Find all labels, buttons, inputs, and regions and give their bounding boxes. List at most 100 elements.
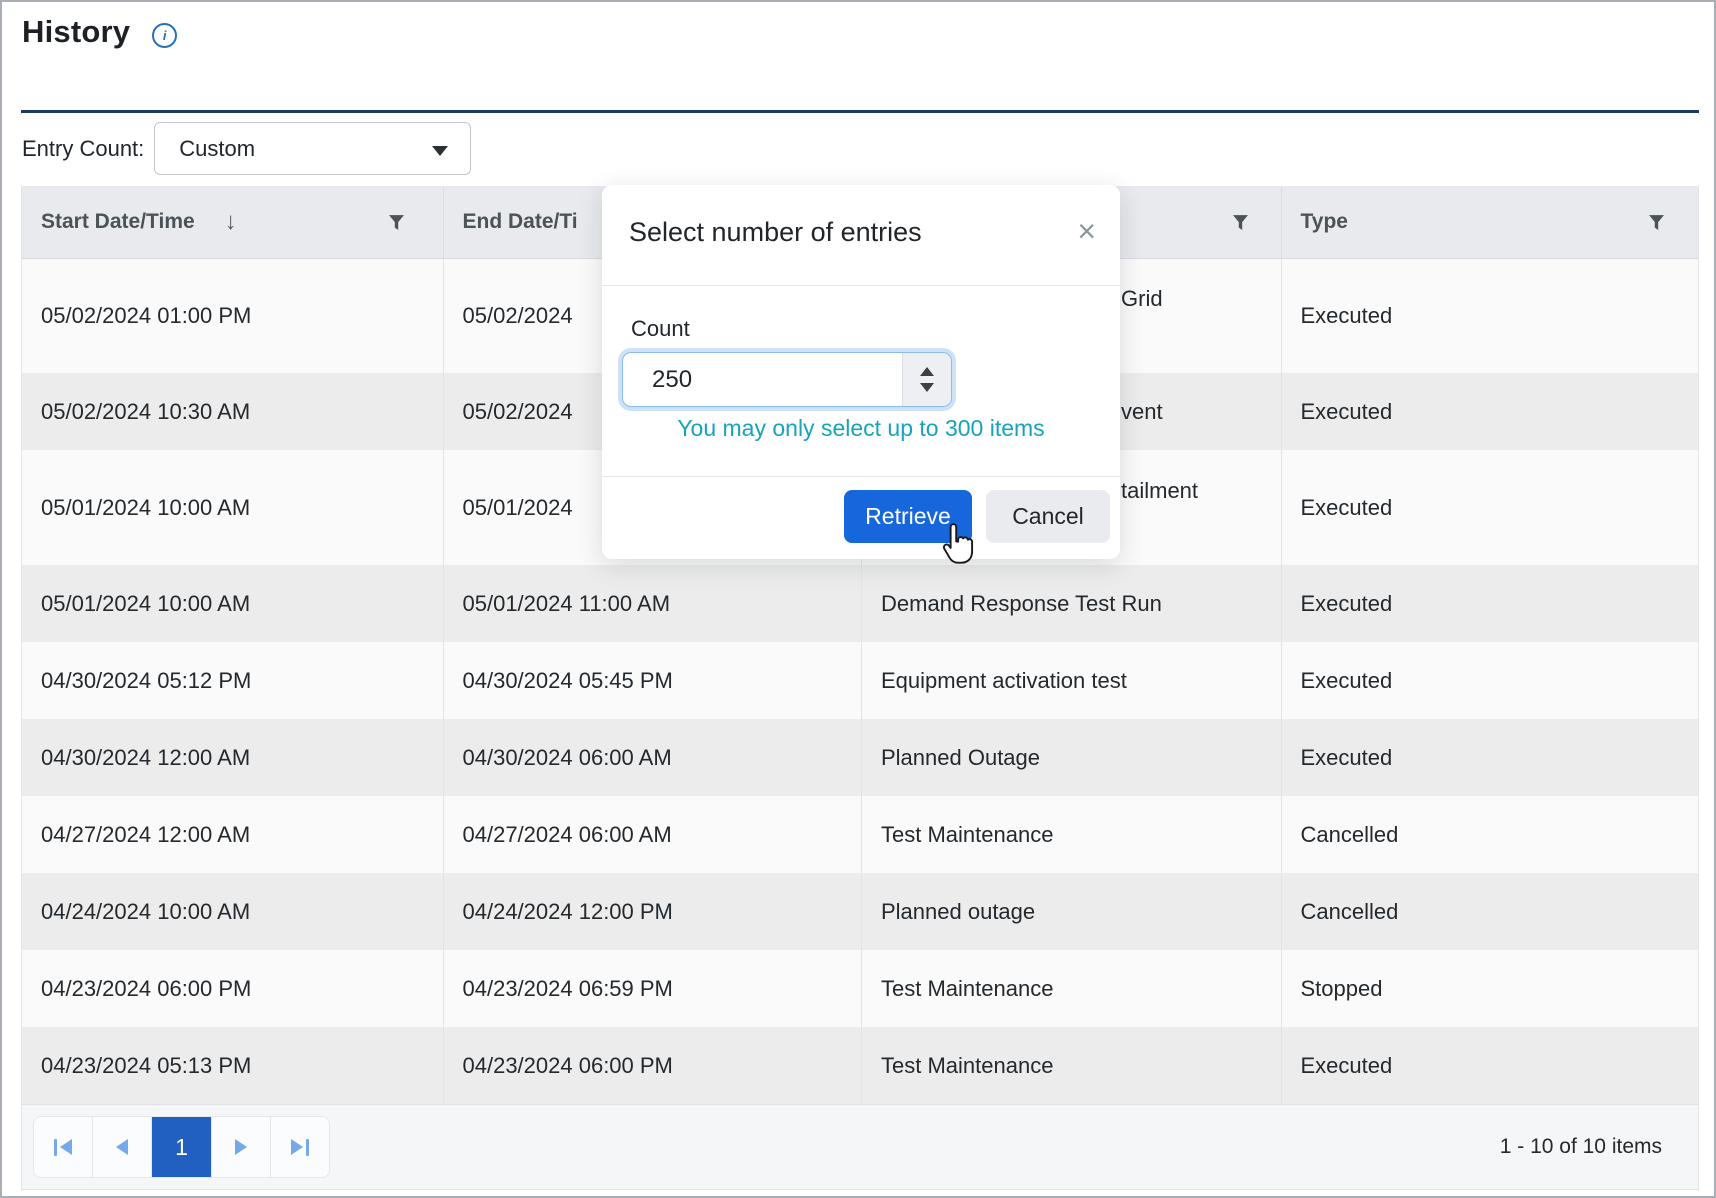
cell-type: Executed <box>1281 642 1699 719</box>
column-label-start-date[interactable]: Start Date/Time <box>41 210 195 234</box>
filter-icon-name[interactable] <box>1232 214 1249 231</box>
cell-start-date-text: 04/23/2024 06:00 PM <box>41 976 251 1002</box>
table-row[interactable]: 04/30/2024 05:12 PM04/30/2024 05:45 PMEq… <box>22 642 1698 719</box>
cell-start-date: 05/01/2024 10:00 AM <box>22 565 443 642</box>
cell-end-date-text: 04/23/2024 06:59 PM <box>463 976 673 1002</box>
pager-next-button[interactable] <box>211 1117 270 1177</box>
cell-end-date: 04/24/2024 12:00 PM <box>443 873 862 950</box>
cell-start-date-text: 05/02/2024 01:00 PM <box>41 303 251 329</box>
cell-end-date-text: 04/30/2024 06:00 AM <box>463 745 672 771</box>
cell-end-date: 04/23/2024 06:59 PM <box>443 950 862 1027</box>
cell-start-date: 04/27/2024 12:00 AM <box>22 796 443 873</box>
cell-type-text: Executed <box>1301 495 1393 521</box>
count-input[interactable]: 250 <box>622 352 952 407</box>
cell-end-date: 04/30/2024 05:45 PM <box>443 642 862 719</box>
pager-last-button[interactable] <box>270 1117 329 1177</box>
filter-icon-start-date[interactable] <box>388 214 405 231</box>
cell-type-text: Executed <box>1301 745 1393 771</box>
cell-name-text: Demand Response Test Run <box>881 591 1162 617</box>
cell-end-date-text: 04/24/2024 12:00 PM <box>463 899 673 925</box>
dialog-title: Select number of entries <box>629 217 922 248</box>
cell-type: Executed <box>1281 565 1699 642</box>
pager-prev-button[interactable] <box>92 1117 151 1177</box>
last-page-icon <box>306 1139 309 1156</box>
next-page-icon <box>235 1139 247 1155</box>
entry-count-selected-value: Custom <box>179 136 255 162</box>
cell-type: Executed <box>1281 719 1699 796</box>
page-title: History <box>22 14 130 50</box>
cell-type-text: Executed <box>1301 1053 1393 1079</box>
cell-start-date-text: 04/30/2024 12:00 AM <box>41 745 250 771</box>
cell-start-date: 04/23/2024 05:13 PM <box>22 1027 443 1104</box>
info-icon[interactable]: i <box>152 23 177 48</box>
cell-type: Executed <box>1281 373 1699 450</box>
pager-page-1-button[interactable]: 1 <box>151 1117 210 1177</box>
pager: 1 <box>33 1116 330 1178</box>
cell-name-text: vent <box>1121 399 1163 425</box>
table-row[interactable]: 04/30/2024 12:00 AM 04/30/2024 06:00 AM Pl… <box>22 719 1698 796</box>
cell-name: Equipment activation test <box>861 642 1281 719</box>
cell-end-date: 05/01/2024 11:00 AM <box>443 565 862 642</box>
number-stepper[interactable] <box>902 353 951 406</box>
cell-start-date: 05/02/2024 01:00 PM <box>22 259 443 373</box>
column-label-end-date[interactable]: End Date/Ti <box>463 210 578 234</box>
first-page-icon <box>60 1139 72 1155</box>
cell-name-text: Test Maintenance <box>881 822 1053 848</box>
cell-type: Cancelled <box>1281 796 1699 873</box>
cell-type-text: Executed <box>1301 399 1393 425</box>
stepper-up-icon[interactable] <box>920 367 934 376</box>
title-divider <box>21 110 1699 113</box>
cell-type-text: Executed <box>1301 668 1393 694</box>
cell-end-date: 04/23/2024 06:00 PM <box>443 1027 862 1104</box>
pager-first-button[interactable] <box>34 1117 92 1177</box>
sort-descending-icon[interactable]: ↓ <box>225 208 237 236</box>
cell-start-date-text: 04/27/2024 12:00 AM <box>41 822 250 848</box>
cell-name-text: Grid <box>1121 286 1163 312</box>
cell-end-date-text: 05/01/2024 11:00 AM <box>463 591 671 617</box>
cell-end-date-text: 05/01/2024 <box>463 495 573 521</box>
column-header-start-date: Start Date/Time ↓ <box>22 186 443 258</box>
cell-type: Executed <box>1281 1027 1699 1104</box>
entry-count-toolbar: Entry Count: Custom <box>22 122 471 175</box>
cell-name-text: Planned Outage <box>881 745 1040 771</box>
items-summary: 1 - 10 of 10 items <box>1500 1135 1662 1159</box>
table-row[interactable]: 04/24/2024 10:00 AM04/24/2024 12:00 PMPl… <box>22 873 1698 950</box>
cell-type: Executed <box>1281 450 1699 565</box>
first-page-icon <box>54 1139 57 1156</box>
cell-end-date-text: 04/23/2024 06:00 PM <box>463 1053 673 1079</box>
select-entries-dialog: Select number of entries × Count 250 You… <box>602 185 1120 559</box>
cell-end-date: 04/30/2024 06:00 AM <box>443 719 862 796</box>
chevron-down-icon <box>432 146 448 156</box>
cell-type: Executed <box>1281 259 1699 373</box>
close-icon[interactable]: × <box>1073 211 1100 251</box>
entry-count-dropdown[interactable]: Custom <box>154 122 471 175</box>
cell-name: Demand Response Test Run <box>861 565 1281 642</box>
column-header-type: Type <box>1281 186 1699 258</box>
table-row[interactable]: 04/27/2024 12:00 AM 04/27/2024 06:00 AM Te… <box>22 796 1698 873</box>
last-page-icon <box>291 1139 303 1155</box>
table-row[interactable]: 05/01/2024 10:00 AM 05/01/2024 11:00 AM De… <box>22 565 1698 642</box>
dialog-footer-divider <box>602 476 1120 477</box>
stepper-down-icon[interactable] <box>920 383 934 392</box>
cell-start-date: 04/30/2024 12:00 AM <box>22 719 443 796</box>
cell-start-date: 05/01/2024 10:00 AM <box>22 450 443 565</box>
table-row[interactable]: 04/23/2024 05:13 PM 04/23/2024 06:00 PM Te… <box>22 1027 1698 1104</box>
cell-start-date: 04/23/2024 06:00 PM <box>22 950 443 1027</box>
pagination-bar: 1 1 - 10 of 10 items <box>22 1104 1698 1190</box>
cell-start-date-text: 05/01/2024 10:00 AM <box>41 495 250 521</box>
cell-type-text: Cancelled <box>1301 822 1399 848</box>
prev-page-icon <box>116 1139 128 1155</box>
cell-end-date-text: 04/27/2024 06:00 AM <box>463 822 672 848</box>
column-label-type[interactable]: Type <box>1301 210 1348 234</box>
cancel-button[interactable]: Cancel <box>986 490 1110 543</box>
cell-name-text: Test Maintenance <box>881 1053 1053 1079</box>
count-label: Count <box>631 316 690 342</box>
cell-end-date: 04/27/2024 06:00 AM <box>443 796 862 873</box>
retrieve-button[interactable]: Retrieve <box>844 490 972 543</box>
table-row[interactable]: 04/23/2024 06:00 PM04/23/2024 06:59 PMTe… <box>22 950 1698 1027</box>
cell-type-text: Cancelled <box>1301 899 1399 925</box>
cell-end-date-text: 05/02/2024 <box>463 399 573 425</box>
filter-icon-type[interactable] <box>1648 214 1665 231</box>
cell-name: Planned Outage <box>861 719 1281 796</box>
cell-start-date-text: 05/02/2024 10:30 AM <box>41 399 250 425</box>
